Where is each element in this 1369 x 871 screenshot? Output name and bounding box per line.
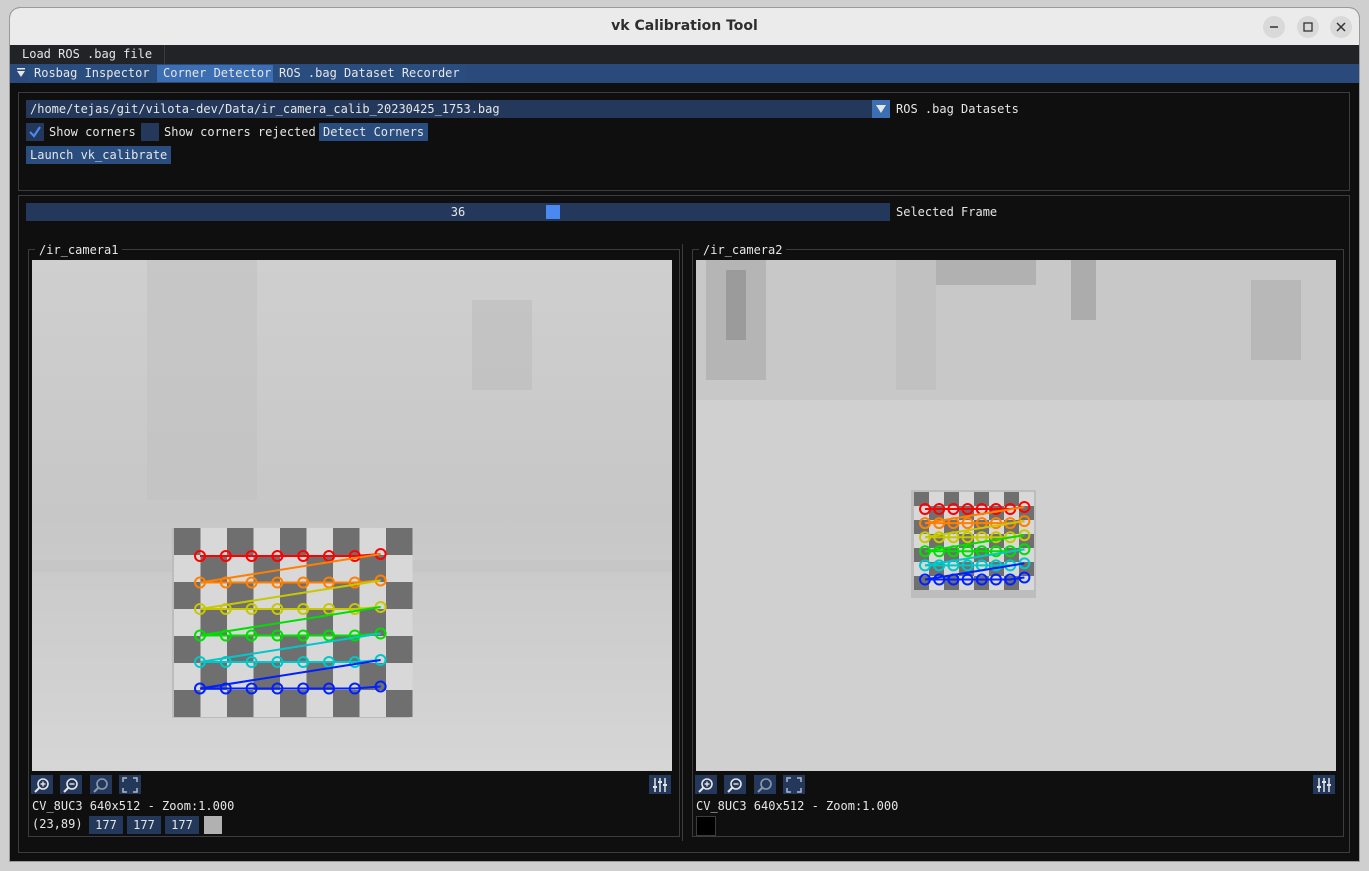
minimize-button[interactable] (1263, 16, 1285, 38)
checker-square (386, 690, 413, 717)
checker-square (200, 690, 227, 717)
camera2-zoom-out-button[interactable] (724, 775, 746, 794)
show-rejected-checkbox[interactable] (141, 123, 159, 141)
combo-arrow-button[interactable] (872, 100, 890, 118)
camera2-full-view-button[interactable] (783, 775, 805, 794)
camera1-zoom-reset-button[interactable] (90, 775, 112, 794)
camera2-info: CV_8UC3 640x512 - Zoom:1.000 (696, 799, 899, 813)
minimize-icon (1270, 26, 1278, 28)
zoom-in-icon (34, 778, 49, 793)
checker-square (359, 528, 386, 555)
launch-calibrate-button[interactable]: Launch vk_calibrate (26, 146, 172, 164)
camera2-ir-frame (696, 260, 1336, 771)
adjust-levels-icon (653, 778, 667, 792)
close-icon (1336, 22, 1346, 32)
window-title: vk Calibration Tool (611, 18, 758, 34)
adjust-levels-icon (1317, 778, 1331, 792)
bag-combo-label: ROS .bag Datasets (896, 102, 1019, 116)
checker-square (386, 555, 413, 582)
zoom-in-icon (698, 778, 713, 793)
camera1-zoom-in-button[interactable] (31, 775, 53, 794)
menu-bar: Load ROS .bag file (10, 45, 1359, 64)
camera1-pixel-b: 177 (165, 816, 199, 834)
show-rejected-label: Show corners rejected (164, 125, 316, 139)
camera2-zoom-reset-button[interactable] (754, 775, 776, 794)
tab-corner-detector[interactable]: Corner Detector (157, 65, 278, 82)
maximize-icon (1303, 22, 1313, 32)
camera1-levels-button[interactable] (649, 775, 671, 794)
close-button[interactable] (1330, 16, 1352, 38)
camera2-levels-button[interactable] (1313, 775, 1335, 794)
camera1-color-swatch (204, 816, 222, 834)
zoom-out-icon (63, 778, 78, 793)
maximize-button[interactable] (1297, 16, 1319, 38)
checker-square (386, 528, 413, 555)
full-view-icon (786, 777, 802, 793)
checker-square (359, 636, 386, 663)
camera2-zoom-in-button[interactable] (695, 775, 717, 794)
camera1-zoom-out-button[interactable] (60, 775, 82, 794)
checker-square (359, 663, 386, 690)
checker-square (386, 663, 413, 690)
checkmark-icon (29, 126, 41, 138)
menu-load-bag[interactable]: Load ROS .bag file (10, 45, 166, 64)
camera2-image[interactable] (696, 260, 1336, 771)
show-corners-label: Show corners (49, 125, 136, 139)
camera2-color-swatch (696, 816, 716, 836)
camera1-ir-frame (32, 260, 672, 771)
bag-path-value: /home/tejas/git/vilota-dev/Data/ir_camer… (30, 102, 500, 116)
checker-square (386, 609, 413, 636)
checker-square (359, 690, 386, 717)
checker-square (174, 690, 201, 717)
app-window: vk Calibration Tool Load ROS .bag file R… (10, 8, 1359, 861)
tab-bar: Rosbag Inspector Corner Detector ROS .ba… (10, 64, 1359, 83)
zoom-reset-icon (93, 778, 108, 793)
checker-square (386, 582, 413, 609)
camera1-info: CV_8UC3 640x512 - Zoom:1.000 (32, 799, 235, 813)
camera1-pixel-r: 177 (89, 816, 123, 834)
camera1-image[interactable] (32, 260, 672, 771)
tab-dataset-recorder[interactable]: ROS .bag Dataset Recorder (273, 65, 466, 82)
collapse-arrow-icon[interactable] (16, 68, 26, 78)
frame-slider-value: 36 (450, 205, 466, 219)
camera-divider (682, 244, 683, 841)
camera2-title: /ir_camera2 (699, 243, 787, 257)
zoom-out-icon (727, 778, 742, 793)
frame-slider-label: Selected Frame (896, 205, 998, 219)
tab-rosbag-inspector[interactable]: Rosbag Inspector (28, 65, 156, 82)
full-view-icon (122, 777, 138, 793)
checker-square (174, 528, 201, 555)
chevron-down-icon (876, 105, 886, 113)
checker-square (386, 636, 413, 663)
camera1-pixel-g: 177 (127, 816, 161, 834)
show-corners-checkbox[interactable] (26, 123, 44, 141)
camera1-title: /ir_camera1 (35, 243, 123, 257)
zoom-reset-icon (757, 778, 772, 793)
detect-corners-button[interactable]: Detect Corners (319, 123, 429, 141)
frame-slider[interactable]: 36 (26, 203, 890, 221)
slider-grab-handle[interactable] (546, 205, 560, 219)
camera1-cursor-pos: (23,89) (32, 817, 83, 831)
bag-path-combo[interactable]: /home/tejas/git/vilota-dev/Data/ir_camer… (26, 100, 890, 118)
camera1-full-view-button[interactable] (119, 775, 141, 794)
title-bar: vk Calibration Tool (10, 8, 1359, 46)
checker-square (359, 609, 386, 636)
